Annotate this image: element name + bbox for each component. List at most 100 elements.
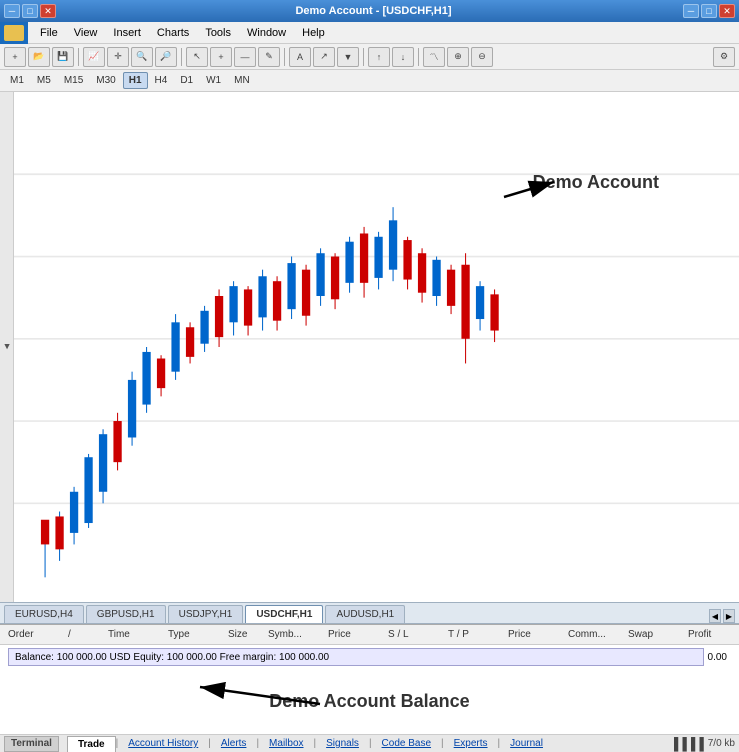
title-bar: ─ □ ✕ Demo Account - [USDCHF,H1] ─ □ ✕ [0, 0, 739, 22]
tab-codebase[interactable]: Code Base [372, 736, 441, 751]
menu-tools[interactable]: Tools [197, 24, 239, 42]
tf-m5[interactable]: M5 [31, 72, 57, 89]
col-type: Type [164, 629, 224, 640]
chart-tab-usdjpy[interactable]: USDJPY,H1 [168, 605, 244, 623]
tab-alerts[interactable]: Alerts [211, 736, 257, 751]
tf-m1[interactable]: M1 [4, 72, 30, 89]
chart-tab-scroll: ◀ ▶ [709, 609, 735, 623]
toolbar-open[interactable]: 📂 [28, 47, 50, 67]
balance-annotation-area: Demo Account Balance [0, 669, 739, 734]
toolbar-new[interactable]: + [4, 47, 26, 67]
toolbar-sell[interactable]: ↓ [392, 47, 414, 67]
window-minimize[interactable]: ─ [683, 4, 699, 18]
main-area: ▲ [0, 92, 739, 602]
tab-account-history[interactable]: Account History [118, 736, 208, 751]
col-dir: / [64, 629, 104, 640]
toolbar-sep3 [284, 48, 285, 66]
demo-account-label: Demo Account [533, 172, 659, 193]
menu-charts[interactable]: Charts [149, 24, 197, 42]
col-price2: Price [504, 629, 564, 640]
candlestick-chart [14, 92, 739, 602]
tf-h1[interactable]: H1 [123, 72, 148, 89]
window-close[interactable]: ✕ [719, 4, 735, 18]
chart-scroll-right[interactable]: ▶ [723, 609, 735, 623]
toolbar-sep5 [418, 48, 419, 66]
demo-balance-annotation: Demo Account Balance [269, 691, 469, 712]
toolbar-prop[interactable]: ⚙ [713, 47, 735, 67]
chart-tab-gbpusd[interactable]: GBPUSD,H1 [86, 605, 166, 623]
tf-d1[interactable]: D1 [174, 72, 199, 89]
chart-tab-usdchf[interactable]: USDCHF,H1 [245, 605, 323, 623]
menu-bar: File View Insert Charts Tools Window Hel… [0, 22, 739, 44]
chart-tab-audusd[interactable]: AUDUSD,H1 [325, 605, 405, 623]
terminal-columns: Order / Time Type Size Symb... Price S /… [0, 625, 739, 645]
toolbar-buy[interactable]: ↑ [368, 47, 390, 67]
col-symbol: Symb... [264, 629, 324, 640]
menu-file[interactable]: File [32, 24, 66, 42]
chart-icon: ▐▐▐▐ [670, 737, 704, 751]
tf-m30[interactable]: M30 [90, 72, 121, 89]
window-minimize-inner[interactable]: ─ [4, 4, 20, 18]
tf-h4[interactable]: H4 [149, 72, 174, 89]
terminal-balance-container: Balance: 100 000.00 USD Equity: 100 000.… [0, 645, 739, 669]
menu-insert[interactable]: Insert [105, 24, 149, 42]
toolbar-crosshair2[interactable]: + [210, 47, 232, 67]
toolbar-crosshair[interactable]: ✛ [107, 47, 129, 67]
tf-w1[interactable]: W1 [200, 72, 227, 89]
tf-m15[interactable]: M15 [58, 72, 89, 89]
terminal-panel: Order / Time Type Size Symb... Price S /… [0, 624, 739, 734]
col-swap: Swap [624, 629, 684, 640]
toolbar-text[interactable]: A [289, 47, 311, 67]
toolbar-fibo[interactable]: 〽 [423, 47, 445, 67]
col-tp: T / P [444, 629, 504, 640]
toolbar: + 📂 💾 📈 ✛ 🔍 🔎 ↖ + — ✎ A ↗ ▼ ↑ ↓ 〽 ⊕ ⊖ ⚙ [0, 44, 739, 70]
tab-signals[interactable]: Signals [316, 736, 369, 751]
left-label-text: ▲ [2, 342, 12, 352]
toolbar-pen[interactable]: ✎ [258, 47, 280, 67]
toolbar-sep1 [78, 48, 79, 66]
toolbar-sep4 [363, 48, 364, 66]
menu-help[interactable]: Help [294, 24, 333, 42]
status-right: ▐▐▐▐ 7/0 kb [670, 737, 735, 751]
toolbar-zoom-in[interactable]: 🔍 [131, 47, 153, 67]
toolbar-pointer[interactable]: ↖ [186, 47, 208, 67]
tab-experts[interactable]: Experts [444, 736, 498, 751]
tab-journal[interactable]: Journal [500, 736, 553, 751]
chart-area[interactable]: Demo Account [14, 92, 739, 602]
menu-view[interactable]: View [66, 24, 106, 42]
profit-value: 0.00 [708, 652, 735, 663]
toolbar-chart[interactable]: 📈 [83, 47, 105, 67]
toolbar-more[interactable]: ▼ [337, 47, 359, 67]
tab-trade[interactable]: Trade [67, 736, 116, 752]
col-comm: Comm... [564, 629, 624, 640]
tf-mn[interactable]: MN [228, 72, 256, 89]
toolbar-zoom-out[interactable]: 🔎 [155, 47, 177, 67]
chart-tabs: EURUSD,H4 GBPUSD,H1 USDJPY,H1 USDCHF,H1 … [0, 602, 739, 624]
status-bar: Terminal Trade | Account History | Alert… [0, 734, 739, 752]
toolbar-save[interactable]: 💾 [52, 47, 74, 67]
timeframe-bar: M1 M5 M15 M30 H1 H4 D1 W1 MN [0, 70, 739, 92]
toolbar-sep2 [181, 48, 182, 66]
toolbar-arrow-tool[interactable]: ↗ [313, 47, 335, 67]
storage-info: 7/0 kb [708, 738, 735, 749]
col-price: Price [324, 629, 384, 640]
toolbar-line[interactable]: — [234, 47, 256, 67]
toolbar-zoomout2[interactable]: ⊖ [471, 47, 493, 67]
left-panel: ▲ [0, 92, 14, 602]
window-close-inner[interactable]: ✕ [40, 4, 56, 18]
chart-tab-eurusd[interactable]: EURUSD,H4 [4, 605, 84, 623]
logo-graphic [4, 25, 24, 41]
window-title: Demo Account - [USDCHF,H1] [64, 5, 683, 17]
balance-text: Balance: 100 000.00 USD Equity: 100 000.… [15, 652, 329, 663]
tab-mailbox[interactable]: Mailbox [259, 736, 313, 751]
col-order: Order [4, 629, 64, 640]
col-profit: Profit [684, 629, 739, 640]
toolbar-zoomin2[interactable]: ⊕ [447, 47, 469, 67]
chart-scroll-left[interactable]: ◀ [709, 609, 721, 623]
window-maximize[interactable]: □ [701, 4, 717, 18]
window-maximize-inner[interactable]: □ [22, 4, 38, 18]
col-sl: S / L [384, 629, 444, 640]
menu-window[interactable]: Window [239, 24, 294, 42]
balance-info: Balance: 100 000.00 USD Equity: 100 000.… [8, 648, 704, 666]
col-size: Size [224, 629, 264, 640]
